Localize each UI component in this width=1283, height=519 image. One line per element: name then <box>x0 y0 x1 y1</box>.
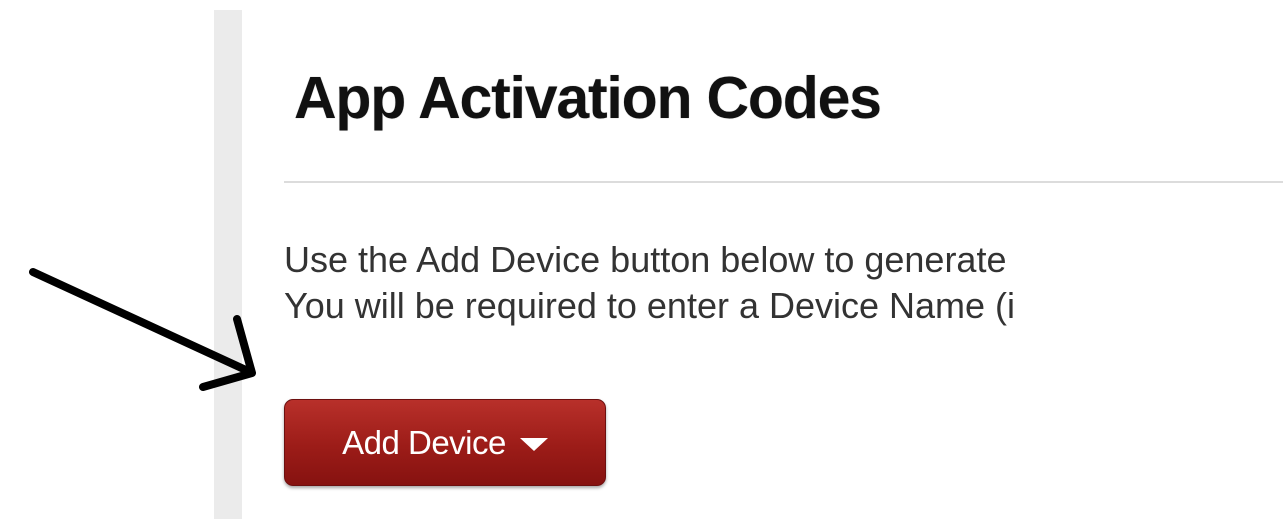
page: App Activation Codes Use the Add Device … <box>0 0 1283 519</box>
instructions-line: Use the Add Device button below to gener… <box>284 239 1007 280</box>
caret-down-icon <box>519 438 548 451</box>
add-device-button[interactable]: Add Device <box>284 399 606 486</box>
instructions-text: Use the Add Device button below to gener… <box>284 237 1283 329</box>
main-content: App Activation Codes Use the Add Device … <box>242 0 1283 519</box>
add-device-label: Add Device <box>342 423 506 461</box>
instructions-line: You will be required to enter a Device N… <box>284 285 1016 326</box>
sidebar-strip <box>214 10 242 519</box>
title-divider <box>284 181 1283 183</box>
page-title: App Activation Codes <box>294 65 882 131</box>
